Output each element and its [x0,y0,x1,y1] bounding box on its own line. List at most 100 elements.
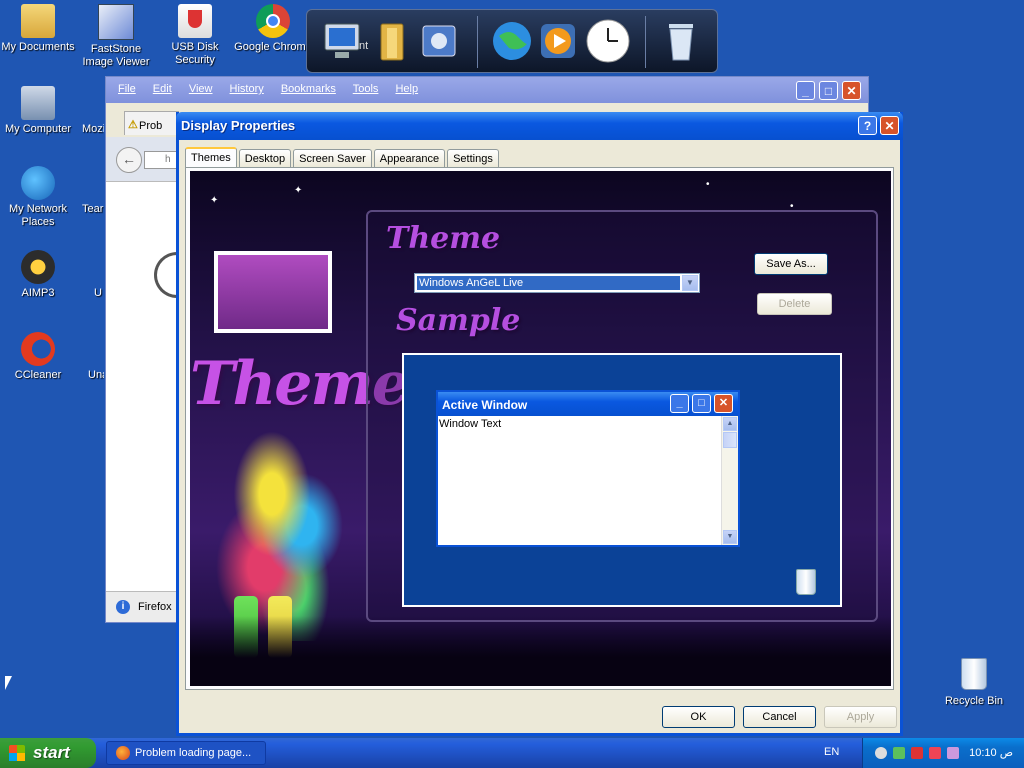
maximize-icon: □ [692,394,711,413]
desktop-icon-google-chrome[interactable]: Google Chrome [233,4,313,54]
theme-label: Theme [386,221,501,256]
dock-bar: nt [306,9,718,73]
menu-view[interactable]: View [189,83,213,95]
apply-button[interactable]: Apply [824,706,897,728]
taskbar: start Problem loading page... EN 10:10 ص [0,738,1024,768]
help-button[interactable]: ? [858,116,877,135]
cancel-button[interactable]: Cancel [743,706,816,728]
desktop-icon-una[interactable]: Una [64,332,104,382]
scroll-down-icon: ▼ [723,530,737,544]
star-decoration: • [706,179,710,190]
star-decoration: ✦ [294,185,303,196]
desktop-icon-mozilla[interactable]: Mozi [64,86,104,136]
start-label: start [33,743,70,762]
dock-partial-label: nt [359,40,369,52]
desktop-icon-recycle-bin[interactable]: Recycle Bin [934,658,1014,708]
tab-desktop[interactable]: Desktop [238,149,292,167]
active-window-preview: Active Window _ □ ✕ Window Text ▲ ▼ [436,390,740,547]
save-as-button[interactable]: Save As... [754,253,828,275]
tree-picture-frame [214,251,332,333]
tab-appearance[interactable]: Appearance [373,149,446,167]
dialog-close-button[interactable]: ✕ [880,116,899,135]
chevron-down-icon[interactable]: ▼ [682,275,698,291]
display-properties-dialog: Display Properties ? ✕ Themes Desktop Sc… [176,112,903,736]
maximize-button[interactable]: □ [819,81,838,100]
menu-history[interactable]: History [230,83,264,95]
dialog-tabs: Themes Desktop Screen Saver Appearance S… [185,147,501,168]
scroll-up-icon: ▲ [723,417,737,431]
clock[interactable]: 10:10 ص [969,746,1013,759]
dialog-titlebar: Display Properties ? ✕ [176,112,903,140]
firefox-tab[interactable]: ⚠ Prob [124,111,179,135]
back-button[interactable]: ← [116,147,142,173]
menu-edit[interactable]: Edit [153,83,172,95]
tray-icon[interactable] [947,747,959,759]
scrollbar: ▲ ▼ [721,416,738,545]
dialog-title: Display Properties [181,118,296,133]
recycle-bin-icon [796,569,816,595]
recycle-bin-icon[interactable] [659,18,705,64]
ccleaner-icon [21,332,55,366]
app-icon [82,250,104,284]
close-icon: ✕ [714,394,733,413]
folder-documents-icon [21,4,55,38]
shield-usb-icon [178,4,212,38]
firefox-icon [116,746,130,760]
theme-artwork: ✦ ✦ • • Themes Theme Sample Windows AnGe… [190,171,891,686]
themes-panel: ✦ ✦ • • Themes Theme Sample Windows AnGe… [185,167,894,690]
taskbar-item-firefox[interactable]: Problem loading page... [106,741,266,765]
window-text-sample: Window Text [439,418,502,430]
minimize-button[interactable]: _ [796,81,815,100]
computer-icon [21,86,55,120]
tray-icon[interactable] [875,747,887,759]
active-window-title: Active Window [442,398,528,412]
media-player-icon[interactable] [535,18,581,64]
recycle-bin-icon [957,658,991,692]
sample-preview: Active Window _ □ ✕ Window Text ▲ ▼ [402,353,842,607]
ground-silhouette [190,616,891,686]
dock-separator [477,16,478,68]
tab-screen-saver[interactable]: Screen Saver [293,149,372,167]
faststone-icon [98,4,134,40]
taskbar-item-label: Problem loading page... [135,747,252,759]
tab-themes[interactable]: Themes [185,147,237,168]
warning-icon: ⚠ [128,119,138,131]
app-icon [82,332,104,366]
globe-icon[interactable] [489,18,535,64]
clock-icon[interactable] [585,18,631,64]
windows-logo-icon [9,745,25,761]
delete-button[interactable]: Delete [757,293,832,315]
sample-label: Sample [396,303,521,338]
info-icon: i [116,600,130,614]
menu-help[interactable]: Help [395,83,418,95]
theme-select[interactable]: Windows AnGeL Live ▼ [414,273,700,293]
system-icon[interactable] [417,18,463,64]
desktop-icon-team[interactable]: Tear [64,166,104,216]
menu-file[interactable]: File [118,83,136,95]
desktop-icon-usb-disk-security[interactable]: USB Disk Security [155,4,235,67]
scroll-thumb [723,432,737,448]
close-button[interactable]: ✕ [842,81,861,100]
tray-icon[interactable] [929,747,941,759]
menu-bookmarks[interactable]: Bookmarks [281,83,336,95]
shield-usb-icon[interactable] [911,747,923,759]
desktop-icon-faststone[interactable]: FastStone Image Viewer [76,4,156,69]
theme-select-value: Windows AnGeL Live [417,276,680,290]
teamviewer-icon [82,166,104,200]
folder-icon[interactable] [371,18,417,64]
desktop: { "desktop_icons": [ {"name":"desktop-ic… [0,0,1024,768]
tab-settings[interactable]: Settings [447,149,499,167]
star-decoration: ✦ [210,195,219,206]
firefox-tab-title: Prob [139,120,163,132]
dock-separator [645,16,646,68]
tray-icon[interactable] [893,747,905,759]
menu-tools[interactable]: Tools [353,83,379,95]
firefox-menubar: File Edit View History Bookmarks Tools H… [106,77,868,103]
desktop-icon-my-documents[interactable]: My Documents [0,4,78,54]
language-indicator[interactable]: EN [824,746,839,758]
start-button[interactable]: start [0,738,96,768]
ok-button[interactable]: OK [662,706,735,728]
chrome-icon [256,4,290,38]
firefox-icon [82,86,104,120]
desktop-icon-u[interactable]: U [64,250,104,300]
